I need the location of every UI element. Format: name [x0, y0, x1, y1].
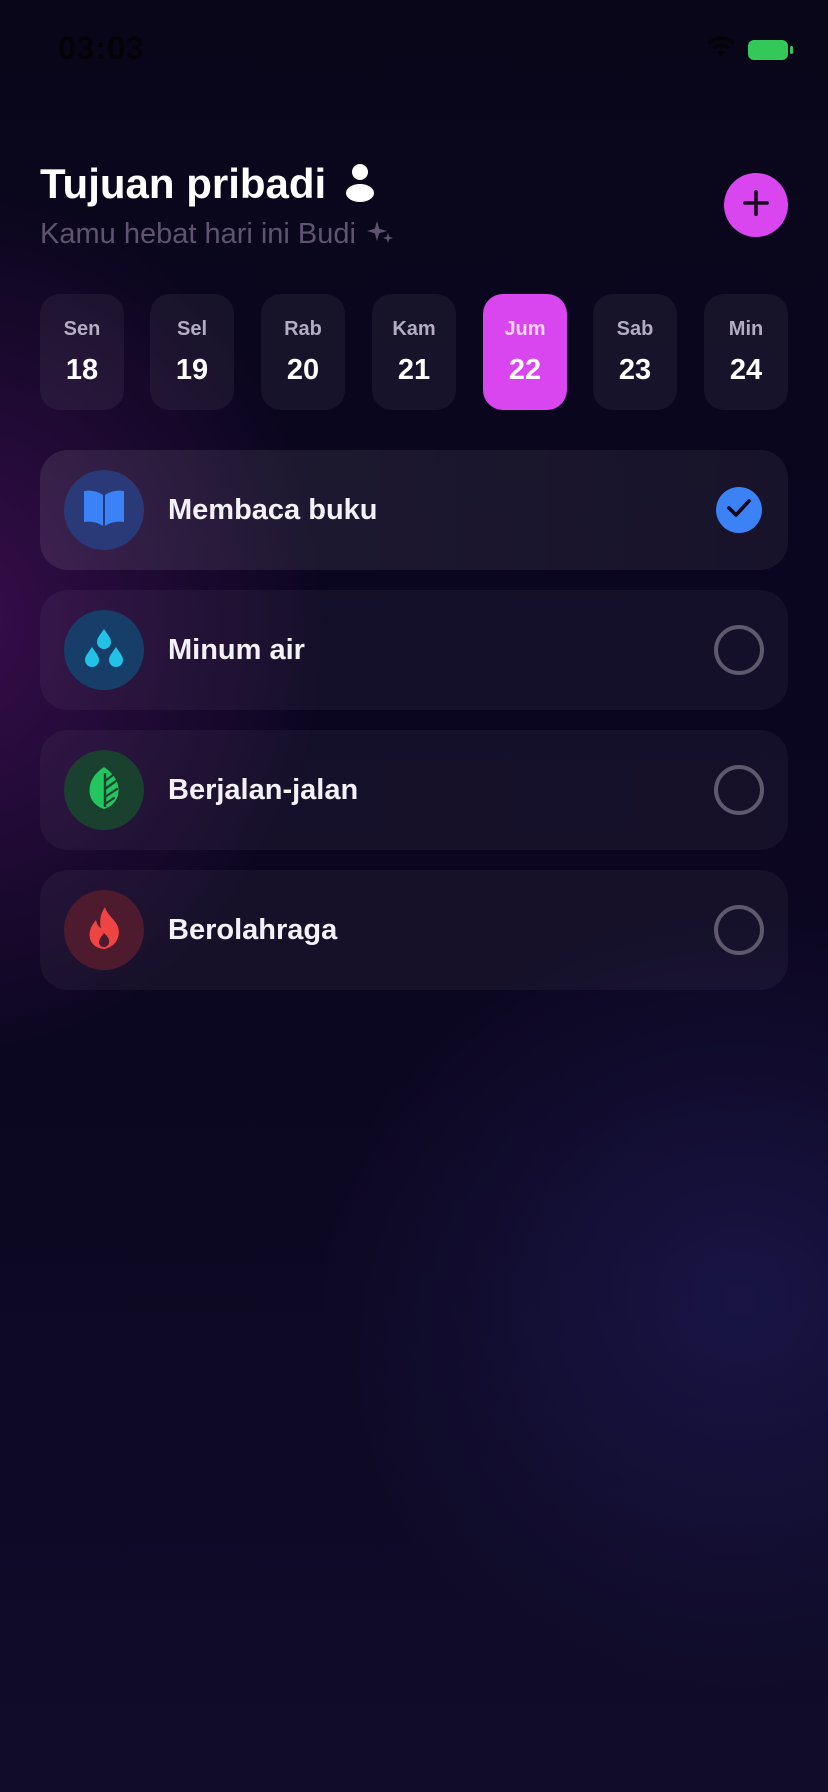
title-row: Tujuan pribadi [40, 158, 788, 210]
person-icon [344, 161, 376, 208]
day-number: 22 [508, 354, 542, 386]
goal-label: Berolahraga [168, 914, 338, 946]
day-jum[interactable]: Jum 22 [483, 294, 567, 410]
day-number: 19 [175, 354, 209, 386]
day-selector: Sen 18 Sel 19 Rab 20 Kam 21 Jum 22 Sab 2… [40, 294, 788, 410]
plus-icon [741, 188, 771, 223]
status-bar: 03:03 [0, 0, 828, 100]
goal-label: Minum air [168, 634, 305, 666]
wifi-icon [706, 36, 736, 63]
day-sel[interactable]: Sel 19 [150, 294, 234, 410]
water-drops-icon [81, 627, 127, 674]
subtitle-row: Kamu hebat hari ini Budi [40, 214, 788, 254]
goal-label: Berjalan-jalan [168, 774, 359, 806]
header: Tujuan pribadi Kamu hebat hari ini Budi [40, 158, 788, 258]
book-icon [82, 488, 126, 533]
day-kam[interactable]: Kam 21 [372, 294, 456, 410]
goal-minum-air[interactable]: Minum air [40, 590, 788, 710]
app-screen: 03:03 Tujuan pribadi Kamu hebat hari ini… [0, 0, 828, 1792]
day-name: Sen [63, 318, 101, 340]
goal-membaca-buku[interactable]: Membaca buku [40, 450, 788, 570]
battery-icon [748, 39, 793, 60]
status-icons [706, 36, 793, 63]
day-number: 18 [65, 354, 99, 386]
goal-icon-badge [64, 470, 144, 550]
goal-label: Membaca buku [168, 494, 378, 526]
page-subtitle: Kamu hebat hari ini Budi [40, 218, 356, 250]
goal-icon-badge [64, 610, 144, 690]
day-name: Min [728, 318, 764, 340]
leaf-icon [86, 765, 122, 816]
goal-berolahraga[interactable]: Berolahraga [40, 870, 788, 990]
day-number: 21 [397, 354, 431, 386]
day-number: 24 [729, 354, 763, 386]
goal-checkbox[interactable] [714, 905, 764, 955]
status-time: 03:03 [58, 30, 145, 66]
day-sab[interactable]: Sab 23 [593, 294, 677, 410]
day-name: Kam [392, 318, 436, 340]
goal-berjalan-jalan[interactable]: Berjalan-jalan [40, 730, 788, 850]
day-number: 23 [618, 354, 652, 386]
goal-icon-badge [64, 750, 144, 830]
day-min[interactable]: Min 24 [704, 294, 788, 410]
page-title: Tujuan pribadi [40, 160, 327, 207]
day-name: Jum [504, 318, 546, 340]
goal-icon-badge [64, 890, 144, 970]
fire-icon [85, 905, 123, 956]
day-sen[interactable]: Sen 18 [40, 294, 124, 410]
sparkles-icon [366, 218, 394, 251]
goal-checkbox-checked[interactable] [716, 487, 762, 533]
goal-checkbox[interactable] [714, 765, 764, 815]
day-rab[interactable]: Rab 20 [261, 294, 345, 410]
add-goal-button[interactable] [724, 173, 788, 237]
day-name: Sab [616, 318, 654, 340]
goal-checkbox[interactable] [714, 625, 764, 675]
day-number: 20 [286, 354, 320, 386]
checkmark-icon [727, 498, 751, 523]
day-name: Rab [284, 318, 322, 340]
day-name: Sel [176, 318, 208, 340]
